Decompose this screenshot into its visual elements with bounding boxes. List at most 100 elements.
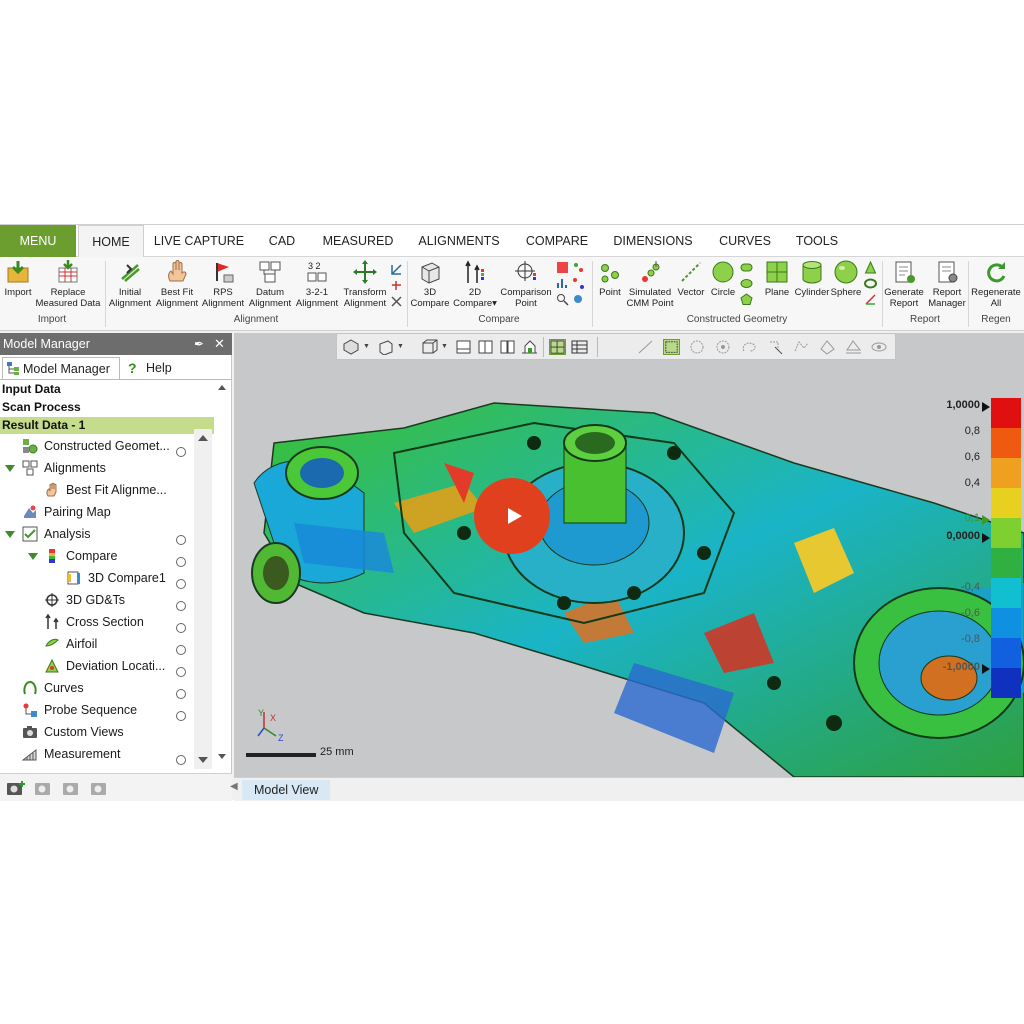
sphere-button[interactable]: Sphere xyxy=(830,259,862,298)
legend-marker-icon[interactable] xyxy=(982,515,990,525)
visibility-toggle-icon[interactable] xyxy=(176,557,186,567)
transform-alignment-button[interactable]: Transform Alignment xyxy=(340,259,390,309)
alignment-tool-icon[interactable] xyxy=(390,263,403,276)
select-ring-icon[interactable] xyxy=(715,339,732,355)
view-side-icon[interactable] xyxy=(499,339,516,355)
circle-button[interactable]: Circle xyxy=(708,259,738,298)
datum-alignment-button[interactable]: Datum Alignment xyxy=(246,259,294,309)
visibility-toggle-icon[interactable] xyxy=(176,447,186,457)
camera-delete-icon[interactable] xyxy=(90,779,110,797)
cone-icon[interactable] xyxy=(864,261,877,274)
visibility-toggle-icon[interactable] xyxy=(176,579,186,589)
plane-button[interactable]: Plane xyxy=(760,259,794,298)
tree-item-compare[interactable]: Compare xyxy=(44,545,117,567)
tree-item-3d-compare1[interactable]: 3D Compare1 xyxy=(66,567,166,589)
polygon-icon[interactable] xyxy=(740,293,753,306)
visibility-toggle-icon[interactable] xyxy=(176,711,186,721)
tree-item-constructed-geometry[interactable]: Constructed Geomet... xyxy=(22,435,170,457)
dropdown-arrow-icon[interactable]: ▼ xyxy=(397,343,404,350)
scroll-down-arrow-icon[interactable] xyxy=(197,755,209,765)
tab-menu[interactable]: MENU xyxy=(0,225,76,257)
regenerate-all-button[interactable]: Regenerate All xyxy=(968,259,1024,309)
section-input-data[interactable]: Input Data xyxy=(0,381,214,398)
view-iso-icon[interactable] xyxy=(521,339,538,355)
legend-marker-icon[interactable] xyxy=(982,533,990,543)
cylinder-button[interactable]: Cylinder xyxy=(792,259,832,298)
box-view-icon[interactable] xyxy=(421,339,438,355)
visibility-toggle-icon[interactable] xyxy=(176,689,186,699)
pin-icon[interactable]: ✒ xyxy=(194,333,204,355)
panel-scroll-down-icon[interactable] xyxy=(216,751,228,763)
initial-alignment-button[interactable]: Initial Alignment xyxy=(106,259,154,309)
camera-settings-icon[interactable] xyxy=(34,779,54,797)
visibility-toggle-icon[interactable] xyxy=(176,535,186,545)
dropdown-arrow-icon[interactable]: ▼ xyxy=(363,343,370,350)
collapse-analysis-icon[interactable] xyxy=(5,531,15,538)
simulated-cmm-point-button[interactable]: Simulated CMM Point xyxy=(626,259,674,309)
import-button[interactable]: Import xyxy=(2,259,34,298)
vector-button[interactable]: Vector xyxy=(674,259,708,298)
close-icon[interactable]: ✕ xyxy=(214,333,225,355)
report-manager-button[interactable]: Report Manager xyxy=(926,259,968,309)
3d-compare-button[interactable]: 3D Compare xyxy=(408,259,452,309)
compare-grid-icon[interactable] xyxy=(572,277,585,290)
tree-item-pairing-map[interactable]: Pairing Map xyxy=(22,501,111,523)
visibility-eye-icon[interactable] xyxy=(871,339,888,355)
view-front-icon[interactable] xyxy=(455,339,472,355)
view-orientation-icon[interactable] xyxy=(343,339,360,355)
tab-live-capture[interactable]: LIVE CAPTURE xyxy=(150,225,248,257)
select-surface-icon[interactable] xyxy=(819,339,836,355)
select-brush-icon[interactable] xyxy=(767,339,784,355)
select-rectangle-icon[interactable] xyxy=(663,339,680,355)
tree-scrollbar[interactable] xyxy=(194,429,212,769)
view-top-icon[interactable] xyxy=(477,339,494,355)
section-result-data[interactable]: Result Data - 1 xyxy=(0,417,214,434)
generate-report-button[interactable]: Generate Report xyxy=(882,259,926,309)
axis-icon[interactable] xyxy=(864,293,877,306)
video-play-button[interactable] xyxy=(474,478,550,554)
tree-item-cross-section[interactable]: Cross Section xyxy=(44,611,144,633)
visibility-toggle-icon[interactable] xyxy=(176,601,186,611)
visibility-toggle-icon[interactable] xyxy=(176,645,186,655)
tab-scroll-left-icon[interactable]: ◀ xyxy=(230,781,238,792)
select-line-icon[interactable] xyxy=(637,339,654,355)
select-polyline-icon[interactable] xyxy=(793,339,810,355)
tab-measured[interactable]: MEASURED xyxy=(316,225,400,257)
deviation-color-legend[interactable] xyxy=(991,398,1021,698)
compare-move-icon[interactable] xyxy=(572,293,585,306)
best-fit-alignment-button[interactable]: Best Fit Alignment xyxy=(154,259,200,309)
tree-item-alignments[interactable]: Alignments xyxy=(22,457,106,479)
tab-model-view[interactable]: Model View xyxy=(242,780,331,800)
tab-tools[interactable]: TOOLS xyxy=(788,225,846,257)
three-two-one-alignment-button[interactable]: 3 2 3-2-1 Alignment xyxy=(294,259,340,309)
tab-help[interactable]: ? Help xyxy=(126,357,186,379)
rps-alignment-button[interactable]: RPS Alignment xyxy=(200,259,246,309)
compare-points-icon[interactable] xyxy=(572,261,585,274)
tree-item-analysis[interactable]: Analysis xyxy=(22,523,91,545)
camera-refresh-icon[interactable] xyxy=(62,779,82,797)
compare-chart-icon[interactable] xyxy=(556,277,569,290)
tree-item-curves[interactable]: Curves xyxy=(22,677,84,699)
tab-dimensions[interactable]: DIMENSIONS xyxy=(606,225,700,257)
alignment-split-icon[interactable] xyxy=(390,279,403,292)
alignment-flip-icon[interactable] xyxy=(390,295,403,308)
select-circle-icon[interactable] xyxy=(689,339,706,355)
model-viewport[interactable]: X Z Y ▼ ▼ ▼ 1,0000 0,8 0,6 0,4 0,1 0,000… xyxy=(234,333,1024,777)
compare-search-icon[interactable] xyxy=(556,293,569,306)
compare-paint-icon[interactable] xyxy=(556,261,569,274)
slot-icon[interactable] xyxy=(740,261,753,274)
tab-alignments[interactable]: ALIGNMENTS xyxy=(410,225,508,257)
select-plane-icon[interactable] xyxy=(845,339,862,355)
visibility-toggle-icon[interactable] xyxy=(176,667,186,677)
tree-item-deviation-location[interactable]: Deviation Locati... xyxy=(44,655,165,677)
tree-item-measurement[interactable]: Measurement xyxy=(22,743,120,765)
legend-marker-icon[interactable] xyxy=(982,664,990,674)
tab-model-manager[interactable]: Model Manager xyxy=(2,357,120,379)
tab-home[interactable]: HOME xyxy=(78,225,144,258)
scroll-up-arrow-icon[interactable] xyxy=(197,433,209,443)
point-button[interactable]: Point xyxy=(594,259,626,298)
replace-measured-data-button[interactable]: Replace Measured Data xyxy=(34,259,102,309)
tree-item-airfoil[interactable]: Airfoil xyxy=(44,633,97,655)
visibility-toggle-icon[interactable] xyxy=(176,623,186,633)
tree-item-probe-sequence[interactable]: Probe Sequence xyxy=(22,699,137,721)
